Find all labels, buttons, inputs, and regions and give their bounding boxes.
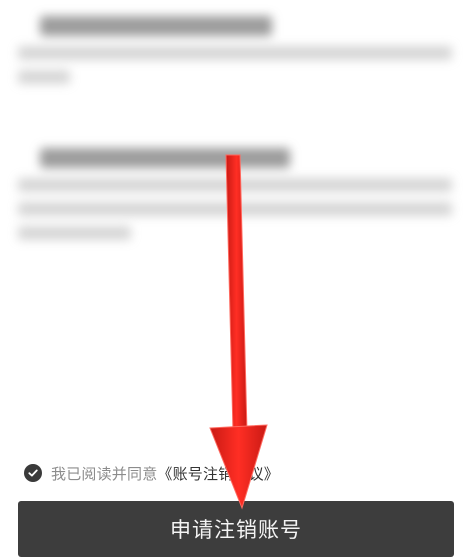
blurred-content-section-2 [18,148,452,240]
blurred-content-section-1 [18,16,452,84]
blurred-line [18,46,452,60]
blurred-line [18,202,452,216]
check-circle-icon[interactable] [24,464,42,482]
agreement-link[interactable]: 《账号注销协议》 [157,463,279,484]
blurred-line [18,226,131,240]
apply-deletion-button[interactable]: 申请注销账号 [18,501,454,557]
agreement-text: 我已阅读并同意 [51,464,158,483]
blurred-heading [40,148,290,168]
agreement-row[interactable]: 我已阅读并同意 《账号注销协议》 [24,462,279,484]
blurred-line [18,178,452,192]
blurred-line [18,70,71,84]
blurred-heading [40,16,272,36]
account-deletion-page: 我已阅读并同意 《账号注销协议》 申请注销账号 [0,0,470,560]
